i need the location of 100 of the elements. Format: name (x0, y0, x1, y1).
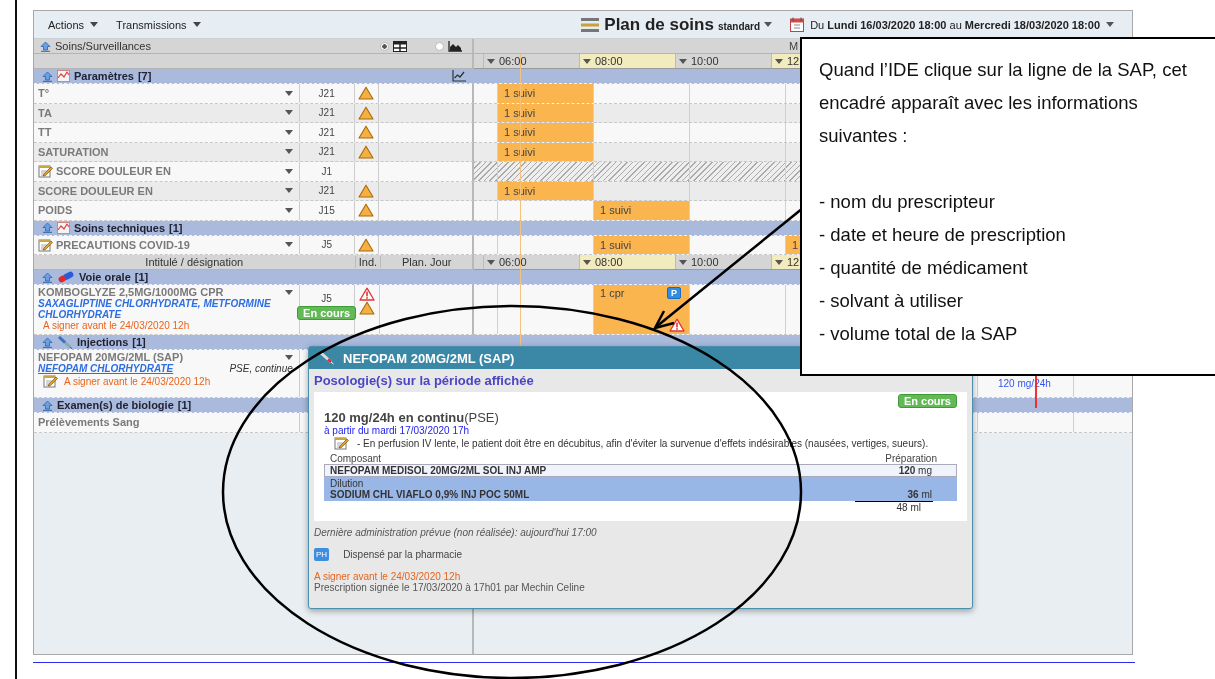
area-chart-icon (448, 40, 462, 52)
group-title: Voie orale (79, 271, 131, 283)
menu-button[interactable]: Actions (42, 16, 105, 33)
warning-icon (358, 86, 375, 101)
dropdown-caret-icon (775, 58, 783, 64)
quantity: 120 mg (898, 465, 932, 476)
dropdown-caret-icon[interactable] (284, 149, 293, 155)
day-count: J21 (318, 87, 335, 99)
period-selector[interactable]: Du Lundi 16/03/2020 18:00 au Mercredi 18/03/2020 18:00 (784, 15, 1120, 34)
event-label: 1 suivi (504, 184, 536, 197)
up-arrow-icon[interactable] (42, 271, 53, 283)
callout-list-item: - solvant à utiliser (819, 289, 964, 313)
dropdown-caret-icon[interactable] (284, 188, 293, 194)
dispensed-text: Dispensé par la pharmacie (343, 549, 463, 560)
hour-header[interactable]: 08:00 (583, 54, 625, 68)
hour-header[interactable]: 10:00 (679, 255, 721, 269)
hour-header[interactable]: 12 (775, 255, 802, 269)
table-icon (393, 40, 407, 52)
dropdown-caret-icon[interactable] (284, 129, 293, 135)
section-title: Soins/Surveillances (55, 40, 151, 52)
event-block[interactable]: 1 suivi (498, 84, 593, 103)
menu-button[interactable]: Transmissions (110, 16, 207, 33)
row-label[interactable]: TT (38, 126, 52, 139)
signature-text: Prescription signée le 17/03/2020 à 17h01 par Mechin Celine (314, 582, 586, 593)
dropdown-caret-icon (764, 22, 773, 27)
row-label[interactable]: SATURATION (38, 145, 109, 158)
event-block[interactable]: 1 cpr P (594, 285, 689, 334)
hour-header[interactable]: 06:00 (487, 255, 529, 269)
row-label[interactable]: SCORE DOULEUR EN (56, 165, 171, 178)
group-count: [7] (137, 70, 152, 82)
up-arrow-icon[interactable] (42, 399, 53, 411)
dropdown-caret-icon (487, 58, 495, 64)
event-label: 1 suivi (504, 87, 536, 100)
column-header: Plan. Jour (380, 256, 472, 268)
dropdown-caret-icon (679, 58, 687, 64)
drug-name[interactable]: KOMBOGLYZE 2,5MG/1000MG CPR (38, 286, 224, 298)
callout-list-item: - nom du prescripteur (819, 190, 996, 214)
line-chart-icon[interactable] (452, 70, 466, 82)
dropdown-caret-icon[interactable] (284, 289, 293, 295)
dropdown-caret-icon[interactable] (284, 354, 293, 360)
radio-button[interactable] (380, 41, 389, 51)
last-administration: Dernière administration prévue (non réalisée): aujourd'hui 17:00 (314, 527, 598, 538)
event-label: 1 suivi (504, 126, 536, 139)
event-label: 1 cpr (600, 287, 625, 299)
quantity: 36 ml (907, 489, 932, 500)
dropdown-caret-icon (679, 259, 687, 265)
hour-header[interactable]: 12 (775, 54, 802, 68)
column-header: Composant (330, 453, 382, 464)
section-heading: Posologie(s) sur la période affichée (314, 373, 535, 388)
radio-button[interactable] (435, 41, 444, 51)
dropdown-caret-icon[interactable] (284, 110, 293, 116)
dropdown-caret-icon (90, 22, 99, 27)
danger-icon (669, 318, 685, 332)
group-title: Injections (77, 336, 129, 348)
up-arrow-icon[interactable] (40, 40, 51, 52)
column-header: Intitulé / désignation (144, 256, 245, 268)
dropdown-caret-icon[interactable] (284, 207, 293, 213)
pill-icon (57, 271, 75, 283)
up-arrow-icon[interactable] (42, 222, 53, 233)
column-header: Ind. (354, 256, 381, 268)
event-label: 1 (792, 238, 799, 251)
row-label[interactable]: PRECAUTIONS COVID-19 (56, 238, 190, 251)
up-arrow-icon[interactable] (42, 336, 53, 348)
warning-icon (358, 301, 375, 315)
row-label[interactable]: POIDS (38, 204, 73, 217)
day-count: J21 (318, 107, 335, 119)
sign-deadline: A signer avant le 24/03/2020 12h (64, 375, 211, 387)
event-label: 1 suivi (504, 145, 536, 158)
sign-deadline: A signer avant le 24/03/2020 12h (43, 320, 190, 331)
dropdown-caret-icon[interactable] (284, 90, 293, 96)
generic-name: SAXAGLIPTINE CHLORHYDRATE, METFORMINE CHLORHYDRATE (38, 298, 272, 320)
day-count: J21 (318, 126, 335, 138)
up-arrow-icon[interactable] (42, 70, 53, 82)
event-block[interactable]: 1 suivi (498, 123, 593, 142)
dilution-label: Dilution (330, 478, 365, 489)
status-badge: En cours (297, 306, 357, 320)
event-block[interactable]: 1 suivi (594, 201, 689, 220)
warning-icon (358, 203, 375, 218)
dropdown-caret-icon (192, 22, 201, 27)
hour-header[interactable]: 08:00 (583, 255, 625, 269)
row-label[interactable]: Prélèvements Sang (38, 416, 140, 429)
day-count: J5 (321, 293, 332, 304)
dropdown-caret-icon[interactable] (284, 242, 293, 248)
column-header: Préparation (885, 453, 937, 464)
dropdown-caret-icon[interactable] (284, 168, 293, 174)
day-count: J15 (318, 204, 335, 216)
row-label[interactable]: T° (38, 87, 50, 100)
drug-name[interactable]: NEFOPAM 20MG/2ML (SAP) (38, 351, 184, 363)
row-label[interactable]: TA (38, 106, 52, 119)
hour-header[interactable]: 10:00 (679, 54, 721, 68)
group-count: [1] (132, 336, 146, 348)
warning-icon (358, 125, 375, 140)
route-label: PSE, continue (229, 363, 293, 374)
event-label: 1 suivi (504, 106, 536, 119)
generic-name-link[interactable]: NEFOPAM CHLORHYDRATE (38, 363, 174, 374)
hour-header[interactable]: 06:00 (487, 54, 529, 68)
sign-deadline: A signer avant le 24/03/2020 12h (314, 571, 461, 582)
row-label[interactable]: SCORE DOULEUR EN (38, 184, 153, 197)
dropdown-caret-icon (487, 259, 495, 265)
plan-selector[interactable]: Plan de soins standard (574, 12, 779, 37)
